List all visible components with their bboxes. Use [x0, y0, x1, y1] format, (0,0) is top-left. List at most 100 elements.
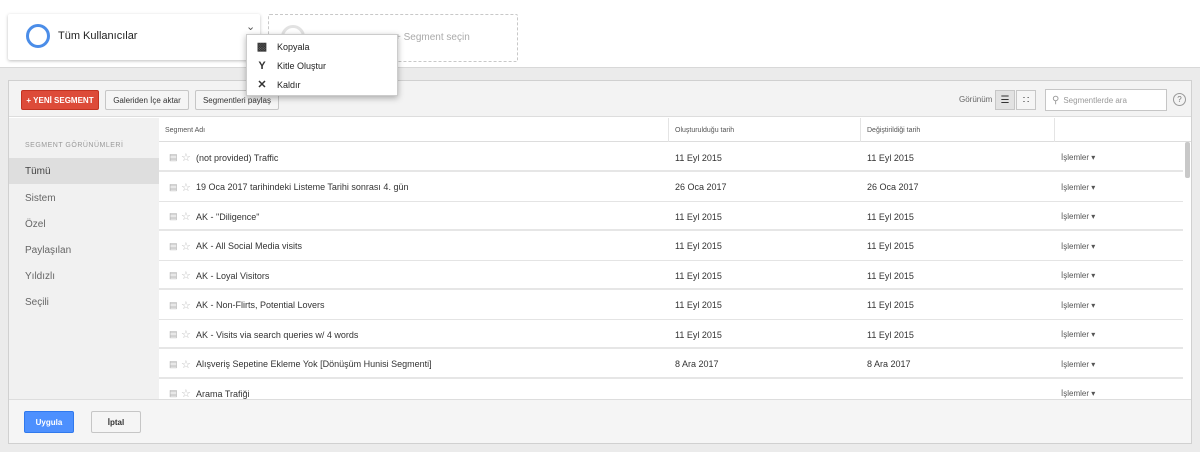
segment-doc-icon: ▤ — [169, 388, 178, 398]
sidebar: SEGMENT GÖRÜNÜMLERİ Tümü Sistem Özel Pay… — [9, 118, 159, 400]
created-date: 11 Eyl 2015 — [675, 270, 722, 281]
segment-name[interactable]: Alışveriş Sepetine Ekleme Yok [Dönüşüm H… — [196, 350, 432, 379]
created-date: 26 Oca 2017 — [675, 182, 727, 192]
segment-name[interactable]: 19 Oca 2017 tarihindeki Listeme Tarihi s… — [196, 173, 408, 202]
modified-date: 11 Eyl 2015 — [867, 241, 914, 251]
search-input[interactable]: ⚲ Segmentlerde ara — [1045, 89, 1167, 111]
sidebar-item-shared[interactable]: Paylaşılan — [9, 237, 159, 263]
modified-date: 11 Eyl 2015 — [867, 300, 914, 310]
actions-dropdown[interactable]: İşlemler ▾ — [1061, 350, 1095, 379]
audience-icon: Y — [258, 59, 266, 72]
actions-dropdown[interactable]: İşlemler ▾ — [1061, 320, 1095, 349]
segment-name[interactable]: AK - Non-Flirts, Potential Lovers — [196, 291, 325, 320]
segment-doc-icon: ▤ — [169, 240, 178, 251]
segment-name[interactable]: AK - All Social Media visits — [196, 232, 302, 261]
star-icon[interactable]: ☆ — [181, 232, 191, 261]
actions-dropdown[interactable]: İşlemler ▾ — [1061, 261, 1095, 290]
segment-doc-icon: ▤ — [169, 358, 178, 369]
toolbar: + YENİ SEGMENT Galeriden İçe aktar Segme… — [9, 81, 1191, 117]
created-date: 8 Ara 2017 — [675, 359, 719, 369]
menu-item-copy[interactable]: ▩ Kopyala — [247, 37, 397, 56]
star-icon[interactable]: ☆ — [181, 261, 191, 290]
menu-item-remove[interactable]: ✕ Kaldır — [247, 75, 397, 94]
grid-view-icon[interactable]: ∷ — [1016, 90, 1036, 110]
segment-name[interactable]: Arama Trafiği — [196, 379, 250, 400]
segment-options-menu: ▩ Kopyala Y Kitle Oluştur ✕ Kaldır — [246, 34, 398, 96]
menu-item-label: Kopyala — [277, 41, 310, 52]
cancel-button[interactable]: İptal — [91, 411, 141, 433]
table-scrollbar[interactable] — [1185, 142, 1190, 178]
segment-doc-icon: ▤ — [169, 211, 178, 221]
new-segment-button[interactable]: + YENİ SEGMENT — [21, 90, 99, 110]
table-row[interactable]: ▤ ☆ AK - "Diligence" 11 Eyl 2015 11 Eyl 2015… — [159, 202, 1183, 231]
close-icon: ✕ — [257, 79, 267, 91]
star-icon[interactable]: ☆ — [181, 202, 191, 231]
menu-item-create-audience[interactable]: Y Kitle Oluştur — [247, 56, 397, 75]
segment-doc-icon: ▤ — [169, 299, 178, 310]
created-date: 11 Eyl 2015 — [675, 211, 722, 222]
import-from-gallery-button[interactable]: Galeriden İçe aktar — [105, 90, 189, 110]
sidebar-item-all[interactable]: Tümü — [9, 158, 159, 184]
table-header: Segment Adı Oluşturulduğu tarih Değiştir… — [159, 118, 1191, 142]
sidebar-item-starred[interactable]: Yıldızlı — [9, 263, 159, 289]
segment-ring-icon — [26, 24, 50, 48]
column-created-date[interactable]: Oluşturulduğu tarih — [669, 118, 861, 142]
menu-item-label: Kitle Oluştur — [277, 60, 327, 71]
chevron-down-icon[interactable]: ⌄ — [246, 20, 255, 33]
star-icon[interactable]: ☆ — [181, 350, 191, 379]
sidebar-item-selected[interactable]: Seçili — [9, 289, 159, 315]
table-row[interactable]: ▤ ☆ AK - All Social Media visits 11 Eyl 201… — [159, 232, 1183, 261]
menu-item-label: Kaldır — [277, 79, 301, 90]
list-view-icon[interactable]: ☰ — [995, 90, 1015, 110]
help-icon[interactable]: ? — [1173, 93, 1186, 106]
star-icon[interactable]: ☆ — [181, 173, 191, 202]
created-date: 11 Eyl 2015 — [675, 329, 722, 340]
table-row[interactable]: ▤ ☆ Arama Trafiği İşlemler ▾ — [159, 379, 1183, 400]
table-row[interactable]: ▤ ☆ (not provided) Traffic 11 Eyl 2015 11 Ey… — [159, 143, 1183, 172]
sidebar-item-custom[interactable]: Özel — [9, 211, 159, 237]
star-icon[interactable]: ☆ — [181, 379, 191, 400]
actions-dropdown[interactable]: İşlemler ▾ — [1061, 202, 1095, 231]
view-label: Görünüm — [959, 95, 993, 104]
segment-name[interactable]: (not provided) Traffic — [196, 143, 278, 172]
segment-doc-icon: ▤ — [169, 270, 178, 280]
created-date: 11 Eyl 2015 — [675, 300, 722, 310]
table-row[interactable]: ▤ ☆ AK - Loyal Visitors 11 Eyl 2015 11 Eyl 2… — [159, 261, 1183, 290]
modified-date: 11 Eyl 2015 — [867, 329, 914, 340]
table-row[interactable]: ▤ ☆ Alışveriş Sepetine Ekleme Yok [Dönüşüm… — [159, 350, 1183, 379]
actions-dropdown[interactable]: İşlemler ▾ — [1061, 143, 1095, 172]
add-segment-text: + Segment seçin — [395, 32, 470, 43]
modified-date: 26 Oca 2017 — [867, 182, 919, 192]
modified-date: 11 Eyl 2015 — [867, 270, 914, 281]
actions-dropdown[interactable]: İşlemler ▾ — [1061, 173, 1095, 202]
star-icon[interactable]: ☆ — [181, 291, 191, 320]
table-row[interactable]: ▤ ☆ AK - Visits via search queries w/ 4 wo… — [159, 320, 1183, 349]
segment-doc-icon: ▤ — [169, 329, 178, 339]
modified-date: 11 Eyl 2015 — [867, 152, 914, 163]
segments-table: Segment Adı Oluşturulduğu tarih Değiştir… — [159, 118, 1191, 400]
star-icon[interactable]: ☆ — [181, 143, 191, 172]
segment-name[interactable]: AK - Loyal Visitors — [196, 261, 269, 290]
search-icon: ⚲ — [1052, 94, 1060, 106]
segment-doc-icon: ▤ — [169, 152, 178, 162]
column-modified-date[interactable]: Değiştirildiği tarih — [861, 118, 1055, 142]
actions-dropdown[interactable]: İşlemler ▾ — [1061, 379, 1095, 400]
actions-dropdown[interactable]: İşlemler ▾ — [1061, 232, 1095, 261]
modified-date: 11 Eyl 2015 — [867, 211, 914, 222]
modified-date: 8 Ara 2017 — [867, 359, 911, 369]
sidebar-item-system[interactable]: Sistem — [9, 185, 159, 211]
active-segment-card[interactable]: Tüm Kullanıcılar ⌄ — [8, 14, 260, 60]
column-segment-name[interactable]: Segment Adı — [159, 118, 669, 142]
search-placeholder: Segmentlerde ara — [1063, 95, 1127, 105]
segment-name[interactable]: AK - "Diligence" — [196, 202, 259, 231]
star-icon[interactable]: ☆ — [181, 320, 191, 349]
created-date: 11 Eyl 2015 — [675, 152, 722, 163]
footer: Uygula İptal — [9, 399, 1191, 443]
apply-button[interactable]: Uygula — [24, 411, 74, 433]
column-actions — [1055, 118, 1183, 142]
created-date: 11 Eyl 2015 — [675, 241, 722, 251]
table-row[interactable]: ▤ ☆ AK - Non-Flirts, Potential Lovers 11 Ey… — [159, 291, 1183, 320]
segment-name[interactable]: AK - Visits via search queries w/ 4 word… — [196, 320, 358, 349]
table-row[interactable]: ▤ ☆ 19 Oca 2017 tarihindeki Listeme Tarihi… — [159, 173, 1183, 202]
actions-dropdown[interactable]: İşlemler ▾ — [1061, 291, 1095, 320]
